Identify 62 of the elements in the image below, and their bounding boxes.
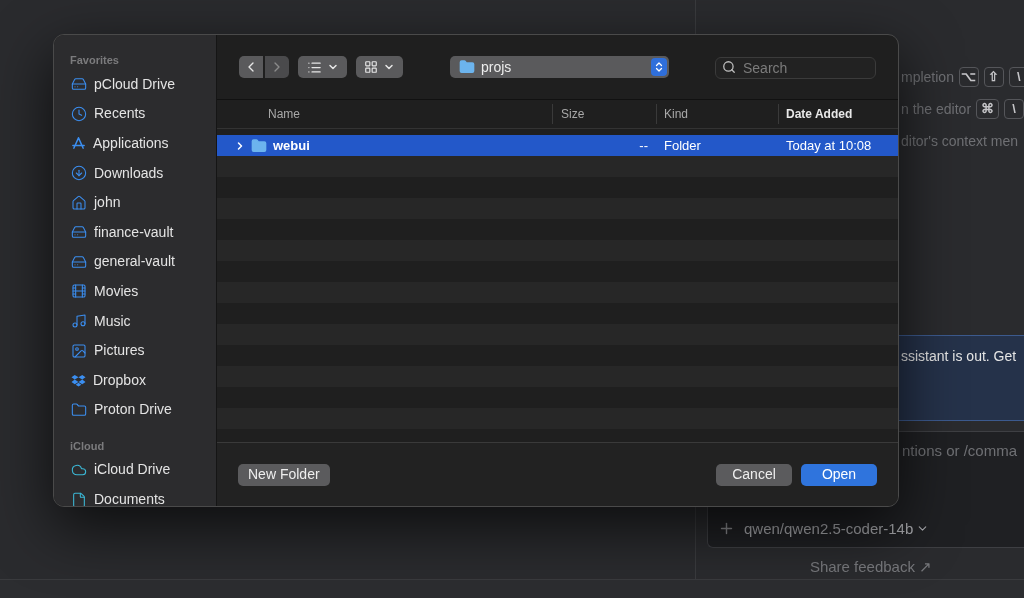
file-size: -- — [639, 136, 648, 155]
key-cap: \ — [1008, 67, 1024, 87]
column-header[interactable]: Kind — [656, 104, 778, 124]
sidebar-section-title: iCloud — [69, 438, 106, 454]
shortcut-hint: mpletion — [901, 67, 954, 87]
sidebar-item[interactable]: pCloud Drive — [62, 69, 208, 100]
open-button[interactable]: Open — [801, 463, 877, 486]
search-field[interactable]: Search — [715, 57, 876, 79]
sidebar-item[interactable]: Movies — [62, 276, 208, 307]
image-icon — [71, 342, 87, 359]
download-icon — [71, 165, 87, 182]
sidebar-item[interactable]: finance-vault — [62, 217, 208, 248]
drive-icon — [71, 224, 87, 241]
grid-view-button[interactable] — [356, 56, 403, 78]
file-name: webui — [273, 136, 310, 155]
notice-text: ssistant is out. Get — [901, 348, 1017, 364]
location-popup[interactable]: projs — [450, 56, 669, 78]
drive-icon — [71, 76, 87, 93]
folder-icon — [459, 59, 475, 75]
sidebar-item[interactable]: Downloads — [62, 158, 208, 188]
column-header[interactable]: Date Added — [778, 104, 898, 124]
key-cap: ⌥ — [958, 67, 979, 87]
stepper-icon — [651, 58, 667, 76]
folder-icon — [71, 401, 87, 418]
sidebar-item[interactable]: iCloud Drive — [62, 455, 208, 485]
cancel-button[interactable]: Cancel — [716, 463, 792, 486]
sidebar-item[interactable]: Applications — [62, 128, 208, 159]
sidebar-item[interactable]: Dropbox — [62, 365, 208, 396]
drive-icon — [71, 253, 87, 270]
sidebar-section-title: Favorites — [69, 53, 120, 68]
sidebar-item[interactable]: general-vault — [62, 247, 208, 277]
column-header[interactable]: Size — [552, 104, 656, 124]
file-date: Today at 10:08 — [786, 137, 872, 153]
file-row[interactable]: webui -- Folder Today at 10:08 — [217, 135, 898, 156]
new-folder-button[interactable]: New Folder — [238, 463, 330, 486]
film-icon — [71, 283, 87, 300]
folder-icon — [251, 137, 267, 154]
sidebar-item[interactable]: Documents — [62, 484, 208, 506]
document-icon — [71, 491, 87, 506]
list-view-button[interactable] — [298, 56, 347, 78]
key-cap: ⌘ — [976, 99, 999, 119]
sidebar-item[interactable]: Proton Drive — [62, 395, 208, 425]
grid-icon — [364, 60, 378, 74]
column-header[interactable]: Name — [217, 104, 552, 124]
sidebar-item[interactable]: Music — [62, 306, 208, 336]
list-icon — [306, 59, 322, 75]
sidebar-item[interactable]: Recents — [62, 99, 208, 129]
shortcut-hint: ditor's context men — [901, 131, 1019, 151]
key-cap: \ — [1004, 99, 1024, 119]
sidebar-item[interactable]: john — [62, 187, 208, 218]
music-note-icon — [71, 313, 87, 330]
dropbox-icon — [71, 372, 86, 388]
file-kind: Folder — [664, 137, 701, 153]
home-icon — [71, 194, 87, 211]
model-selector[interactable]: qwen/qwen2.5-coder-14b — [744, 517, 930, 540]
apps-icon — [71, 136, 86, 151]
clock-icon — [71, 105, 87, 122]
back-button[interactable] — [239, 56, 263, 78]
key-cap: ⇧ — [983, 67, 1004, 87]
search-icon — [722, 60, 736, 74]
message-input[interactable]: ntions or /comma — [708, 440, 1024, 462]
sidebar-item[interactable]: Pictures — [62, 335, 208, 366]
